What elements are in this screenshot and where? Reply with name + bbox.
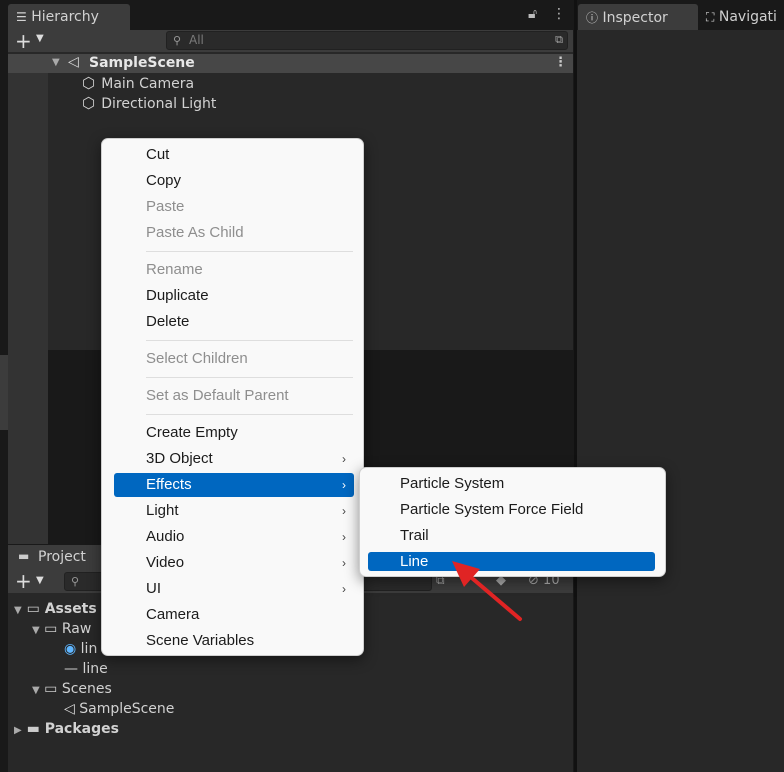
inspector-tab[interactable]: ⓘ Inspector (578, 4, 698, 30)
hierarchy-item-main-camera[interactable]: ⬡ Main Camera (82, 74, 194, 94)
chevron-down-icon[interactable]: ▼ (36, 33, 44, 44)
cube-icon: ⬡ (82, 74, 96, 92)
menu-item-scene-variables[interactable]: Scene Variables (114, 629, 354, 653)
menu-item-camera[interactable]: Camera (114, 603, 354, 627)
list-icon: ☰ (16, 10, 27, 24)
lock-icon[interactable]: 🔓︎ (528, 6, 537, 22)
tree-item-samplescene[interactable]: ◁ SampleScene (64, 701, 174, 717)
expand-arrow-icon[interactable]: ▼ (32, 625, 40, 636)
expand-arrow-icon[interactable]: ▼ (52, 57, 60, 68)
chevron-down-icon[interactable]: ▼ (36, 575, 44, 586)
search-icon: ⚲ (71, 575, 80, 588)
expand-arrow-icon[interactable]: ▼ (32, 685, 40, 696)
menu-item-paste: Paste (146, 198, 185, 215)
tree-item-raw[interactable]: ▼ ▭ Raw (32, 621, 91, 637)
menu-separator (146, 340, 353, 341)
menu-item-3d-object[interactable]: 3D Object › (114, 447, 354, 471)
search-filter-icon[interactable]: ⧉ (555, 33, 563, 47)
unity-scene-icon: ◁ (64, 701, 75, 717)
menu-item-create-empty[interactable]: Create Empty (114, 421, 354, 445)
submenu-arrow-icon: › (342, 478, 346, 492)
tree-item-line-material[interactable]: ◉ lin (64, 641, 97, 657)
kebab-menu-icon[interactable]: ⋮ (552, 6, 566, 22)
project-tab[interactable]: Project (38, 549, 86, 565)
submenu-arrow-icon: › (342, 556, 346, 570)
menu-separator (146, 414, 353, 415)
navigation-tab[interactable]: ⛶ Navigati (702, 6, 784, 30)
menu-item-effects[interactable]: Effects › (114, 473, 354, 497)
inspector-panel (577, 30, 784, 772)
menu-item-cut[interactable]: Cut (114, 143, 354, 167)
add-icon[interactable]: + (15, 29, 32, 53)
folder-open-icon: ▭ (26, 601, 40, 617)
menu-separator (146, 251, 353, 252)
cube-icon: ⬡ (82, 94, 96, 112)
menu-item-paste-as-child: Paste As Child (146, 224, 244, 241)
menu-item-rename: Rename (146, 261, 203, 278)
menu-item-light[interactable]: Light › (114, 499, 354, 523)
submenu-item-particle-system[interactable]: Particle System (368, 472, 655, 496)
line-icon: — (64, 661, 78, 677)
submenu-item-particle-force-field[interactable]: Particle System Force Field (368, 498, 655, 522)
tree-item-line[interactable]: — line (64, 661, 108, 677)
tree-item-assets[interactable]: ▼ ▭ Assets (14, 601, 97, 617)
scene-menu-icon[interactable]: ⋮ (554, 55, 567, 70)
submenu-arrow-icon: › (342, 530, 346, 544)
menu-item-select-children: Select Children (146, 350, 248, 367)
menu-item-delete[interactable]: Delete (114, 310, 354, 334)
tree-item-scenes[interactable]: ▼ ▭ Scenes (32, 681, 112, 697)
annotation-arrow (452, 561, 522, 621)
expand-arrow-icon[interactable]: ▼ (14, 605, 22, 616)
hierarchy-search-input[interactable]: ⚲ All ⧉ (166, 31, 568, 50)
folder-icon: ▬ (26, 721, 40, 737)
search-icon: ⚲ (173, 34, 182, 47)
info-icon: ⓘ (586, 11, 599, 25)
unity-scene-icon: ◁ (68, 54, 79, 70)
docked-tab-edge (0, 355, 8, 430)
hierarchy-guide-strip (8, 72, 48, 544)
scene-row[interactable]: ▼ ◁ SampleScene ⋮ (8, 54, 573, 73)
folder-open-icon: ▭ (44, 621, 58, 637)
context-menu: Cut Copy Paste Paste As Child Rename Dup… (101, 138, 364, 656)
navigation-icon: ⛶ (706, 10, 715, 24)
hierarchy-item-directional-light[interactable]: ⬡ Directional Light (82, 94, 216, 114)
tree-item-packages[interactable]: ▶ ▬ Packages (14, 721, 119, 737)
menu-item-copy[interactable]: Copy (114, 169, 354, 193)
add-icon[interactable]: + (15, 569, 32, 593)
menu-item-set-default-parent: Set as Default Parent (146, 387, 289, 404)
menu-item-audio[interactable]: Audio › (114, 525, 354, 549)
hierarchy-tab[interactable]: ☰ Hierarchy (8, 4, 130, 30)
folder-icon: ▬ (18, 549, 30, 563)
submenu-arrow-icon: › (342, 582, 346, 596)
submenu-arrow-icon: › (342, 504, 346, 518)
submenu-arrow-icon: › (342, 452, 346, 466)
search-placeholder: All (189, 33, 204, 47)
folder-open-icon: ▭ (44, 681, 58, 697)
collapsed-arrow-icon[interactable]: ▶ (14, 725, 22, 736)
material-sphere-icon: ◉ (64, 641, 77, 657)
menu-item-ui[interactable]: UI › (114, 577, 354, 601)
menu-item-duplicate[interactable]: Duplicate (114, 284, 354, 308)
menu-item-video[interactable]: Video › (114, 551, 354, 575)
submenu-item-trail[interactable]: Trail (368, 524, 655, 548)
scene-name: SampleScene (89, 55, 195, 71)
menu-separator (146, 377, 353, 378)
